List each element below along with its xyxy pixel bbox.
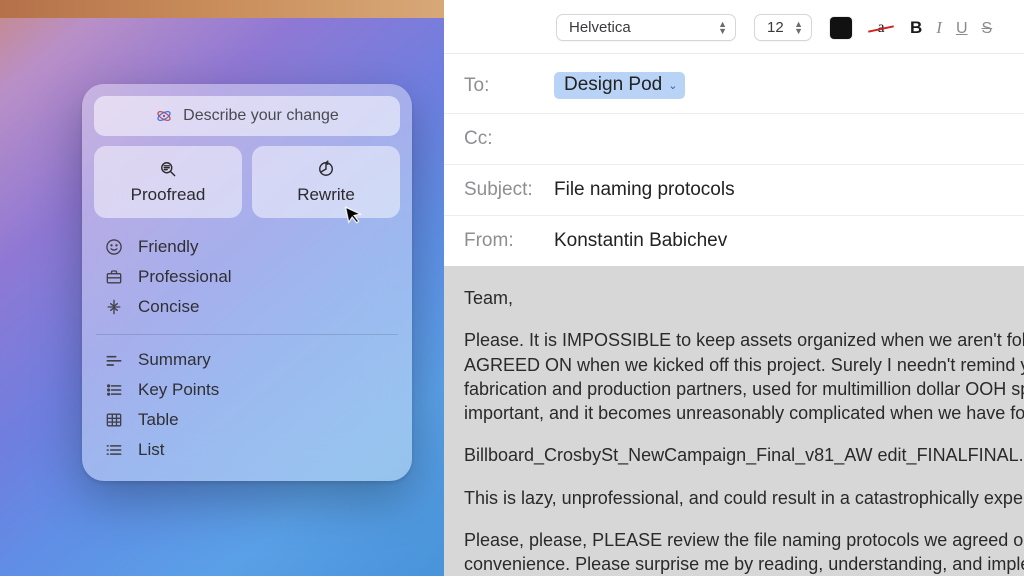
from-value: Konstantin Babichev xyxy=(554,230,727,252)
to-label: To: xyxy=(464,75,536,97)
keypoints-icon xyxy=(104,380,124,400)
stepper-icon: ▲▼ xyxy=(794,21,803,35)
summary-icon xyxy=(104,350,124,370)
rewrite-icon xyxy=(316,159,336,179)
writing-tools-panel: Describe your change Proofread xyxy=(82,84,412,481)
text-color-swatch[interactable] xyxy=(830,17,852,39)
subject-label: Subject: xyxy=(464,179,536,201)
bold-button[interactable]: B xyxy=(910,18,922,38)
subject-value: File naming protocols xyxy=(554,179,735,201)
format-table[interactable]: Table xyxy=(100,405,394,435)
clear-style-button[interactable]: a xyxy=(870,17,892,39)
format-toolbar: Helvetica ▲▼ 12 ▲▼ a B I U S xyxy=(444,0,1024,54)
tone-list: Friendly Professional xyxy=(94,228,400,328)
magnify-text-icon xyxy=(158,159,178,179)
from-row[interactable]: From: Konstantin Babichev xyxy=(444,216,1024,266)
format-list: Summary Key Points xyxy=(94,341,400,471)
subject-row[interactable]: Subject: File naming protocols xyxy=(444,165,1024,216)
tone-professional[interactable]: Professional xyxy=(100,262,394,292)
chevron-down-icon: ⌄ xyxy=(668,79,677,92)
smile-icon xyxy=(104,237,124,257)
to-row[interactable]: To: Design Pod ⌄ xyxy=(444,58,1024,114)
font-family-select[interactable]: Helvetica ▲▼ xyxy=(556,14,736,41)
body-line: Billboard_CrosbySt_NewCampaign_Final_v81… xyxy=(464,443,1024,467)
font-family-value: Helvetica xyxy=(569,19,631,36)
concise-icon xyxy=(104,297,124,317)
format-summary[interactable]: Summary xyxy=(100,345,394,375)
font-size-value: 12 xyxy=(767,19,784,36)
format-list-label: List xyxy=(138,440,164,460)
stepper-icon: ▲▼ xyxy=(718,21,727,35)
format-keypoints-label: Key Points xyxy=(138,380,219,400)
mail-body-textarea[interactable]: Team, Please. It is IMPOSSIBLE to keep a… xyxy=(444,266,1024,576)
strikethrough-button[interactable]: S xyxy=(982,20,993,38)
font-size-select[interactable]: 12 ▲▼ xyxy=(754,14,812,41)
tone-concise-label: Concise xyxy=(138,297,199,317)
describe-change-input[interactable]: Describe your change xyxy=(94,96,400,136)
tone-concise[interactable]: Concise xyxy=(100,292,394,322)
italic-button[interactable]: I xyxy=(936,18,942,38)
body-paragraph: Please, please, PLEASE review the file n… xyxy=(464,528,1024,576)
format-list[interactable]: List xyxy=(100,435,394,465)
list-icon xyxy=(104,440,124,460)
cc-label: Cc: xyxy=(464,128,536,150)
rewrite-button[interactable]: Rewrite xyxy=(252,146,400,218)
format-table-label: Table xyxy=(138,410,179,430)
tone-friendly-label: Friendly xyxy=(138,237,198,257)
proofread-button[interactable]: Proofread xyxy=(94,146,242,218)
tone-professional-label: Professional xyxy=(138,267,232,287)
recipient-name: Design Pod xyxy=(564,74,662,96)
body-line: This is lazy, unprofessional, and could … xyxy=(464,486,1024,510)
describe-change-placeholder: Describe your change xyxy=(183,107,339,125)
body-line: Team, xyxy=(464,286,1024,310)
table-icon xyxy=(104,410,124,430)
format-summary-label: Summary xyxy=(138,350,211,370)
mail-headers: To: Design Pod ⌄ Cc: Subject: File namin… xyxy=(444,54,1024,266)
tone-friendly[interactable]: Friendly xyxy=(100,232,394,262)
briefcase-icon xyxy=(104,267,124,287)
recipient-chip[interactable]: Design Pod ⌄ xyxy=(554,72,685,99)
body-paragraph: Please. It is IMPOSSIBLE to keep assets … xyxy=(464,328,1024,425)
mail-compose-window: Helvetica ▲▼ 12 ▲▼ a B I U S To: Design … xyxy=(444,0,1024,576)
format-keypoints[interactable]: Key Points xyxy=(100,375,394,405)
cc-row[interactable]: Cc: xyxy=(444,114,1024,165)
from-label: From: xyxy=(464,230,536,252)
rewrite-label: Rewrite xyxy=(297,185,355,205)
sparkle-atom-icon xyxy=(155,107,173,125)
proofread-label: Proofread xyxy=(131,185,206,205)
separator xyxy=(96,334,398,335)
desktop-background: Describe your change Proofread xyxy=(0,0,444,576)
underline-button[interactable]: U xyxy=(956,20,968,38)
